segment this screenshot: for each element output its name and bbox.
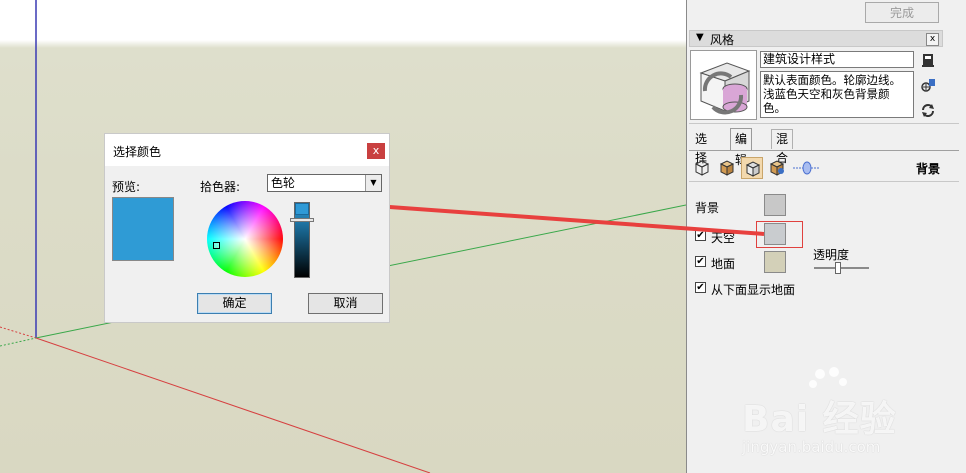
chevron-down-icon[interactable]: ▼: [365, 175, 381, 191]
cancel-button[interactable]: 取消: [308, 293, 383, 314]
divider: [689, 181, 959, 182]
modeling-settings-icon[interactable]: [791, 157, 821, 179]
sky-checkbox[interactable]: ✔: [695, 230, 706, 241]
style-thumbnail: [690, 50, 757, 120]
create-style-icon[interactable]: [920, 77, 936, 93]
brightness-current-color: [295, 203, 309, 215]
background-label: 背景: [695, 201, 720, 215]
ground-color-swatch[interactable]: [764, 251, 786, 273]
style-side-toolbar: [920, 52, 940, 127]
watermark-settings-icon[interactable]: [766, 157, 788, 179]
dialog-title: 选择颜色: [113, 145, 162, 159]
transparency-slider-track[interactable]: [814, 267, 869, 269]
ground-label: 地面: [711, 257, 736, 271]
styles-tray: 完成 ▼ 风格 x 建筑设计样式 默认表面颜色。轮廓边线。浅蓝色天空和灰色背景颜…: [686, 0, 966, 473]
transparency-slider-thumb[interactable]: [834, 262, 841, 274]
edge-settings-icon[interactable]: [691, 157, 713, 179]
select-color-dialog: 选择颜色 x 预览: 拾色器: 色轮 ▼ 确定 取消: [104, 133, 390, 323]
background-settings-icon[interactable]: [741, 157, 763, 179]
section-title: 风格: [710, 33, 735, 47]
red-axis: [35, 337, 431, 473]
brightness-slider-thumb[interactable]: [290, 218, 314, 222]
save-style-icon[interactable]: [920, 52, 936, 68]
ground-checkbox[interactable]: ✔: [695, 256, 706, 267]
picker-mode-select[interactable]: 色轮 ▼: [267, 174, 382, 192]
edit-category-label: 背景: [915, 162, 940, 176]
update-style-icon[interactable]: [920, 102, 936, 118]
done-button[interactable]: 完成: [865, 2, 939, 23]
collapse-triangle-icon[interactable]: ▼: [696, 32, 704, 43]
color-preview-swatch: [112, 197, 174, 261]
color-wheel[interactable]: [207, 201, 283, 277]
show-ground-below-label: 从下面显示地面: [711, 283, 796, 297]
tab-mix[interactable]: 混合: [771, 129, 794, 165]
tab-underline: [689, 150, 959, 151]
ok-button[interactable]: 确定: [197, 293, 272, 314]
picker-mode-value: 色轮: [271, 176, 296, 190]
style-name-field[interactable]: 建筑设计样式: [760, 51, 914, 68]
sky-label: 天空: [711, 231, 736, 245]
show-ground-below-checkbox[interactable]: ✔: [695, 282, 706, 293]
style-description-field[interactable]: 默认表面颜色。轮廓边线。浅蓝色天空和灰色背景颜色。: [760, 71, 914, 118]
styles-section-header[interactable]: ▼ 风格 x: [689, 30, 943, 47]
preview-label: 预览:: [112, 180, 141, 194]
annotation-highlight-box: [756, 221, 803, 248]
tab-select[interactable]: 选择: [691, 130, 711, 165]
dialog-titlebar[interactable]: 选择颜色 x: [105, 134, 389, 166]
close-icon[interactable]: x: [367, 143, 385, 159]
close-icon[interactable]: x: [926, 33, 939, 46]
green-axis-dotted: [0, 337, 37, 347]
face-settings-icon[interactable]: [716, 157, 738, 179]
picker-label: 拾色器:: [200, 180, 241, 194]
divider: [689, 123, 959, 124]
tab-edit[interactable]: 编辑: [730, 128, 753, 167]
red-axis-dotted: [0, 326, 37, 339]
transparency-label: 透明度: [813, 248, 850, 262]
style-preview-icon: [699, 62, 751, 115]
background-color-swatch[interactable]: [764, 194, 786, 216]
color-wheel-marker[interactable]: [213, 242, 220, 249]
